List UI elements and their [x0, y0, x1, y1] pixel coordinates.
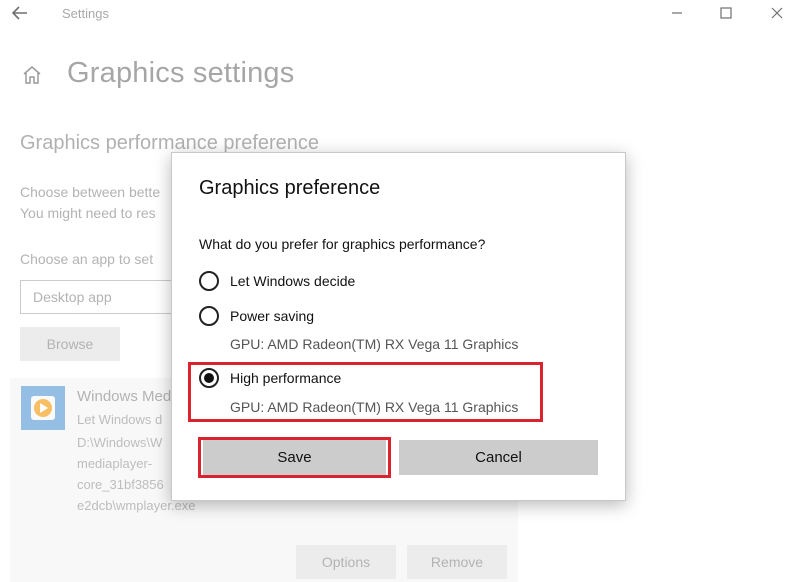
save-button[interactable]: Save [203, 440, 386, 475]
radio-power-saving[interactable]: Power saving [199, 304, 314, 328]
graphics-preference-dialog: Graphics preference What do you prefer f… [171, 152, 626, 501]
cancel-button[interactable]: Cancel [399, 440, 598, 475]
dialog-title: Graphics preference [199, 177, 381, 199]
radio-let-windows-decide[interactable]: Let Windows decide [199, 269, 355, 293]
radio-button-checked[interactable] [199, 368, 219, 388]
radio-label: High performance [230, 370, 342, 386]
radio-high-performance[interactable]: High performance [199, 366, 341, 390]
radio-label: Power saving [230, 308, 315, 324]
radio-label: Let Windows decide [230, 273, 356, 289]
high-performance-gpu-label: GPU: AMD Radeon(TM) RX Vega 11 Graphics [230, 399, 519, 415]
radio-button[interactable] [199, 306, 219, 326]
power-saving-gpu-label: GPU: AMD Radeon(TM) RX Vega 11 Graphics [230, 336, 519, 352]
dialog-question: What do you prefer for graphics performa… [199, 236, 486, 252]
radio-button[interactable] [199, 271, 219, 291]
